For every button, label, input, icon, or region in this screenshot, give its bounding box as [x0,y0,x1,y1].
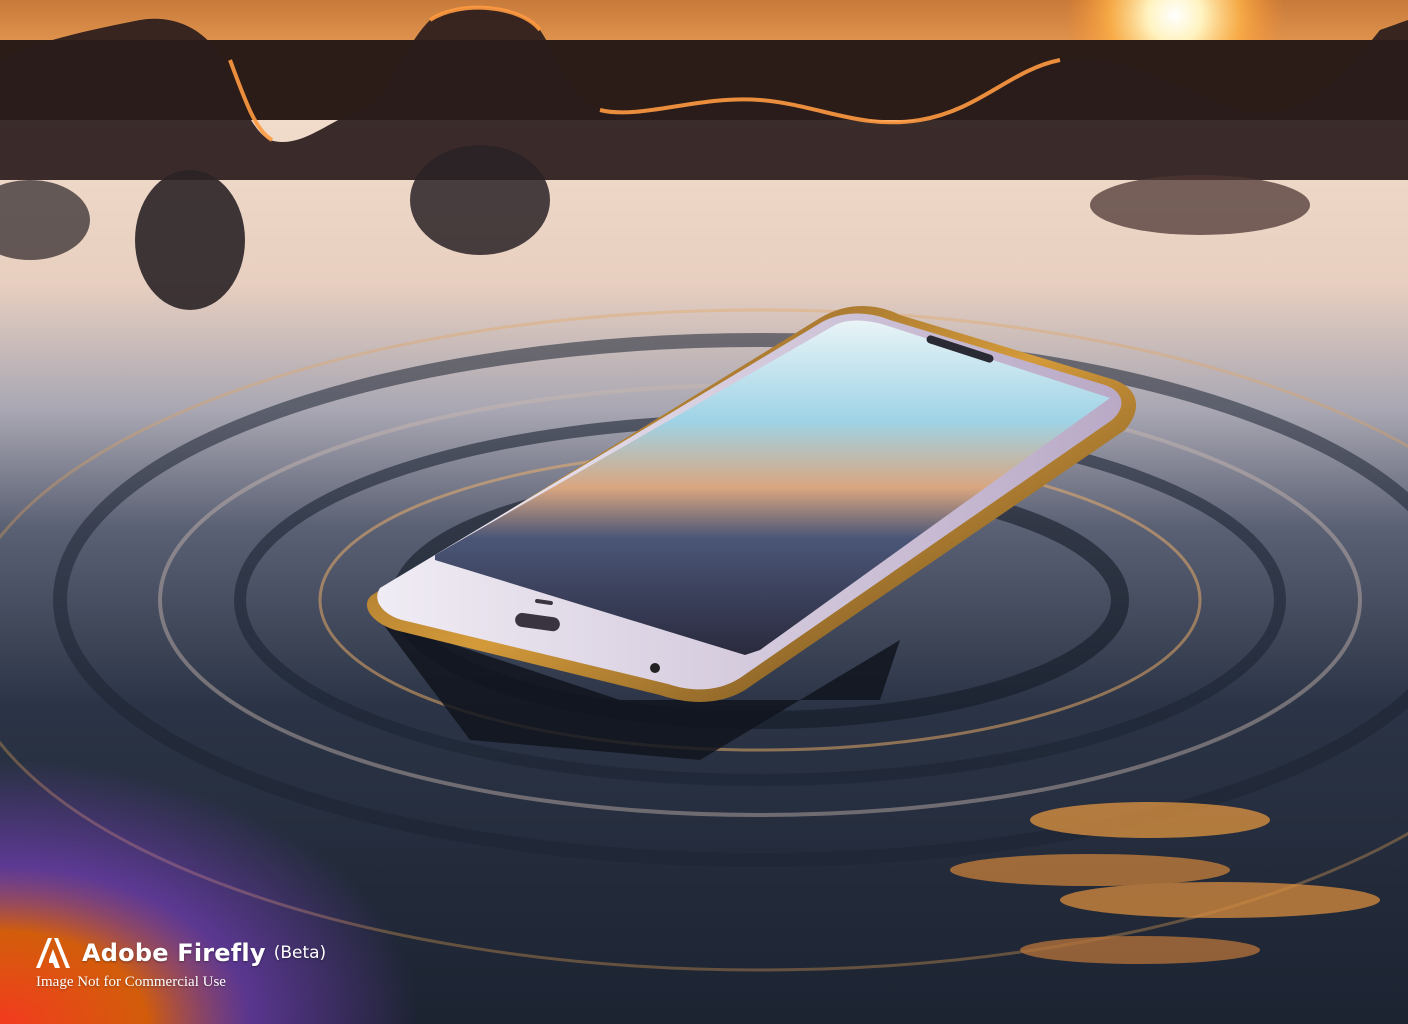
adobe-firefly-watermark: Adobe Firefly (Beta) Image Not for Comme… [36,938,326,991]
adobe-logo-icon [36,938,70,968]
photo-scene [0,0,1408,1024]
watermark-note: Image Not for Commercial Use [36,974,226,990]
watermark-brand: Adobe Firefly [82,939,266,967]
watermark-badge: (Beta) [273,943,327,963]
